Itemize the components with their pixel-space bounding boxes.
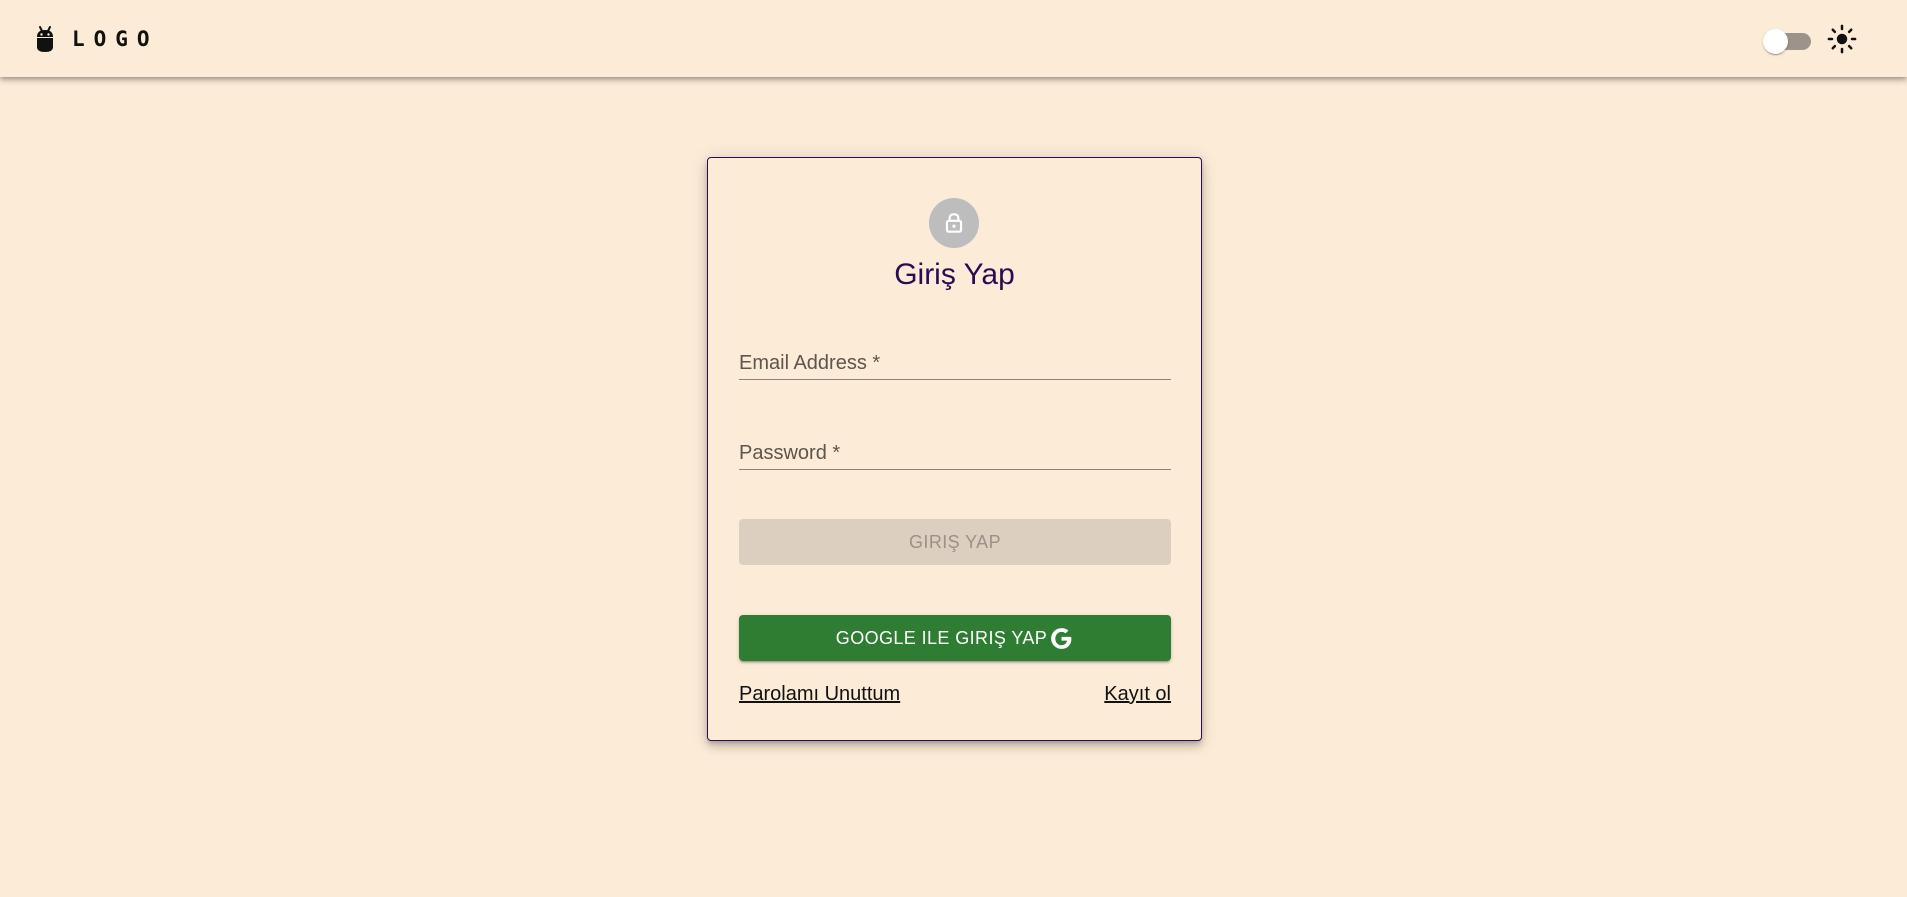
login-card: Giriş Yap Email Address * Password * GIR… [707,157,1202,741]
brand[interactable]: LOGO [34,25,159,53]
forgot-password-link[interactable]: Parolamı Unuttum [739,683,900,706]
appbar-actions [1763,24,1857,54]
email-input[interactable] [739,344,1171,379]
google-login-label: GOOGLE ILE GIRIŞ YAP [835,627,1048,648]
login-button[interactable]: GIRIŞ YAP [739,519,1171,565]
page-title: Giriş Yap [894,258,1015,291]
logo-text: LOGO [72,26,159,51]
register-link[interactable]: Kayıt ol [1104,683,1171,706]
password-field[interactable]: Password * [739,434,1171,470]
theme-toggle[interactable] [1763,24,1811,54]
toggle-thumb[interactable] [1763,28,1788,54]
password-input[interactable] [739,434,1171,469]
sun-icon[interactable] [1827,24,1857,54]
lock-avatar [929,198,979,248]
app-bar: LOGO [0,0,1907,77]
auth-links: Parolamı Unuttum Kayıt ol [739,683,1171,706]
google-icon [1047,626,1074,651]
android-icon [34,25,56,53]
lock-icon [941,210,967,236]
email-field[interactable]: Email Address * [739,344,1171,380]
google-login-button[interactable]: GOOGLE ILE GIRIŞ YAP [739,615,1171,661]
